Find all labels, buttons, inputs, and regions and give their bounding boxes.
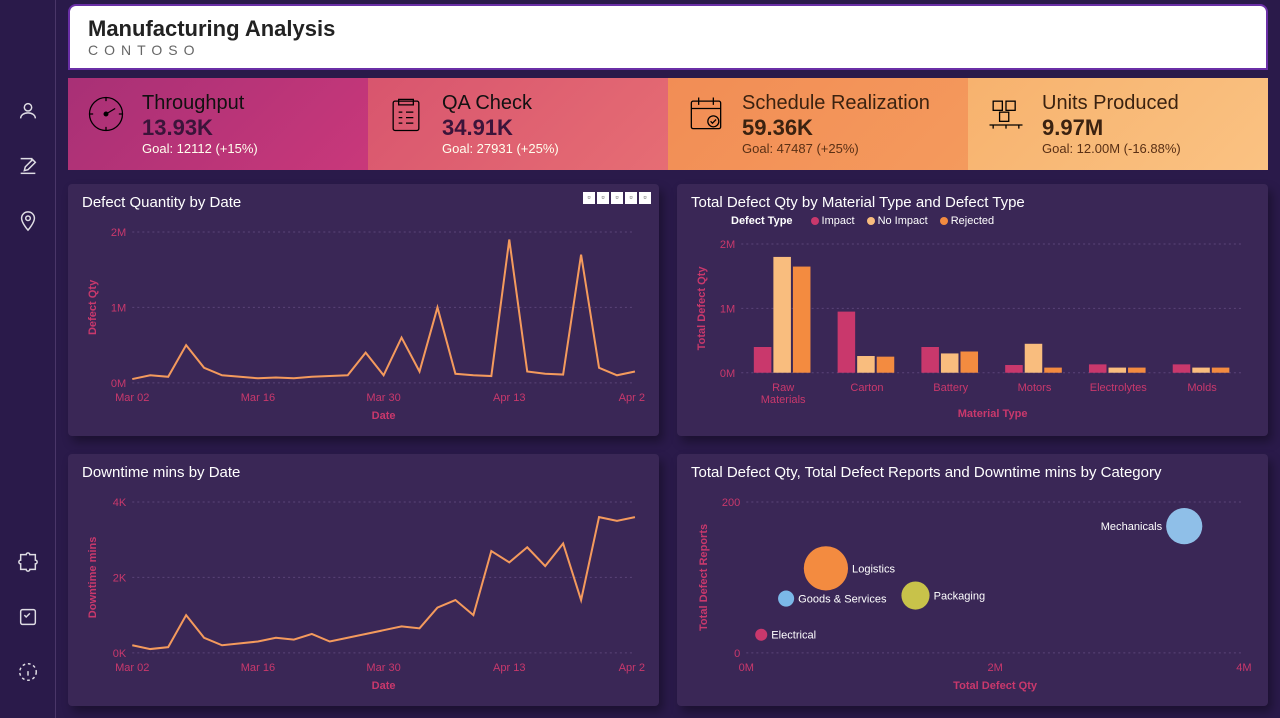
svg-text:Apr 27: Apr 27 — [619, 392, 645, 404]
kpi-goal: Goal: 12112 (+15%) — [142, 141, 258, 156]
svg-text:Mar 02: Mar 02 — [115, 392, 149, 404]
svg-text:Goods & Services: Goods & Services — [798, 594, 887, 606]
svg-text:0M: 0M — [720, 368, 735, 380]
svg-text:2K: 2K — [113, 572, 127, 584]
kpi-value: 59.36K — [742, 115, 930, 141]
chart-scatter-category[interactable]: Total Defect Qty, Total Defect Reports a… — [677, 454, 1268, 706]
svg-text:0M: 0M — [111, 378, 126, 390]
svg-text:2M: 2M — [111, 227, 126, 239]
chart-defect-by-material[interactable]: Total Defect Qty by Material Type and De… — [677, 184, 1268, 436]
chart-defect-qty-by-date[interactable]: Defect Quantity by Date ▫▫▫▫▫ 0M1M2MMar … — [68, 184, 659, 436]
info-icon[interactable] — [17, 661, 39, 688]
gauge-icon — [84, 92, 128, 141]
user-icon[interactable] — [17, 100, 39, 127]
main: Manufacturing Analysis CONTOSO Throughpu… — [56, 0, 1280, 718]
pallet-icon — [984, 92, 1028, 141]
svg-text:Packaging: Packaging — [934, 591, 986, 603]
kpi-goal: Goal: 12.00M (-16.88%) — [1042, 141, 1181, 156]
svg-text:2M: 2M — [720, 239, 735, 251]
svg-text:4K: 4K — [113, 497, 127, 509]
sidebar — [0, 0, 56, 718]
svg-text:Downtime mins: Downtime mins — [87, 537, 99, 619]
svg-text:Total Defect Reports: Total Defect Reports — [698, 524, 710, 631]
svg-text:Mar 02: Mar 02 — [115, 662, 149, 674]
kpi-qa[interactable]: QA Check 34.91K Goal: 27931 (+25%) — [368, 78, 668, 170]
svg-text:0K: 0K — [113, 648, 127, 660]
svg-text:Carton: Carton — [850, 382, 883, 394]
page-subtitle: CONTOSO — [88, 42, 1248, 58]
card-tools: ▫▫▫▫▫ — [583, 192, 651, 204]
svg-text:Total Defect Qty: Total Defect Qty — [953, 680, 1038, 692]
tool-icon[interactable]: ▫ — [639, 192, 651, 204]
kpi-label: Units Produced — [1042, 92, 1181, 115]
svg-text:Battery: Battery — [933, 382, 968, 394]
svg-text:2M: 2M — [987, 662, 1002, 674]
checklist-icon[interactable] — [17, 606, 39, 633]
legend: Defect Type Impact No Impact Rejected — [731, 215, 1254, 227]
kpi-value: 9.97M — [1042, 115, 1181, 141]
svg-text:Apr 27: Apr 27 — [619, 662, 645, 674]
svg-text:Total Defect Qty: Total Defect Qty — [696, 266, 708, 351]
svg-text:Electrical: Electrical — [771, 630, 816, 642]
svg-text:Logistics: Logistics — [852, 563, 895, 575]
svg-text:Apr 13: Apr 13 — [493, 392, 526, 404]
kpi-throughput[interactable]: Throughput 13.93K Goal: 12112 (+15%) — [68, 78, 368, 170]
svg-text:1M: 1M — [720, 303, 735, 315]
tool-icon[interactable]: ▫ — [597, 192, 609, 204]
kpi-value: 13.93K — [142, 115, 258, 141]
kpi-label: Schedule Realization — [742, 92, 930, 115]
puzzle-icon[interactable] — [17, 551, 39, 578]
svg-text:Materials: Materials — [761, 394, 806, 406]
kpi-row: Throughput 13.93K Goal: 12112 (+15%) QA … — [68, 78, 1268, 170]
location-icon[interactable] — [17, 210, 39, 237]
svg-text:Date: Date — [372, 680, 396, 692]
tool-icon[interactable]: ▫ — [625, 192, 637, 204]
svg-text:4M: 4M — [1236, 662, 1251, 674]
svg-text:Mar 16: Mar 16 — [241, 392, 275, 404]
svg-text:Mechanicals: Mechanicals — [1101, 521, 1163, 533]
svg-text:Molds: Molds — [1187, 382, 1217, 394]
tool-icon[interactable]: ▫ — [583, 192, 595, 204]
kpi-goal: Goal: 27931 (+25%) — [442, 141, 559, 156]
svg-text:Apr 13: Apr 13 — [493, 662, 526, 674]
svg-text:0: 0 — [734, 648, 740, 660]
svg-text:0M: 0M — [739, 662, 754, 674]
svg-text:Raw: Raw — [772, 382, 794, 394]
kpi-schedule[interactable]: Schedule Realization 59.36K Goal: 47487 … — [668, 78, 968, 170]
tool-icon[interactable]: ▫ — [611, 192, 623, 204]
svg-text:200: 200 — [722, 497, 740, 509]
page-title: Manufacturing Analysis — [88, 16, 1248, 42]
svg-text:Electrolytes: Electrolytes — [1090, 382, 1148, 394]
chart-downtime-by-date[interactable]: Downtime mins by Date 0K2K4KMar 02Mar 16… — [68, 454, 659, 706]
kpi-value: 34.91K — [442, 115, 559, 141]
svg-text:Defect Qty: Defect Qty — [87, 279, 99, 335]
svg-text:Motors: Motors — [1018, 382, 1052, 394]
svg-text:1M: 1M — [111, 302, 126, 314]
svg-text:Mar 30: Mar 30 — [366, 662, 400, 674]
checklist-icon — [384, 92, 428, 141]
svg-text:Mar 16: Mar 16 — [241, 662, 275, 674]
svg-text:Material Type: Material Type — [958, 408, 1028, 420]
calendar-check-icon — [684, 92, 728, 141]
kpi-label: QA Check — [442, 92, 559, 115]
kpi-label: Throughput — [142, 92, 258, 115]
header: Manufacturing Analysis CONTOSO — [68, 4, 1268, 70]
edit-icon[interactable] — [17, 155, 39, 182]
svg-text:Date: Date — [372, 410, 396, 422]
kpi-goal: Goal: 47487 (+25%) — [742, 141, 930, 156]
kpi-units[interactable]: Units Produced 9.97M Goal: 12.00M (-16.8… — [968, 78, 1268, 170]
svg-text:Mar 30: Mar 30 — [366, 392, 400, 404]
